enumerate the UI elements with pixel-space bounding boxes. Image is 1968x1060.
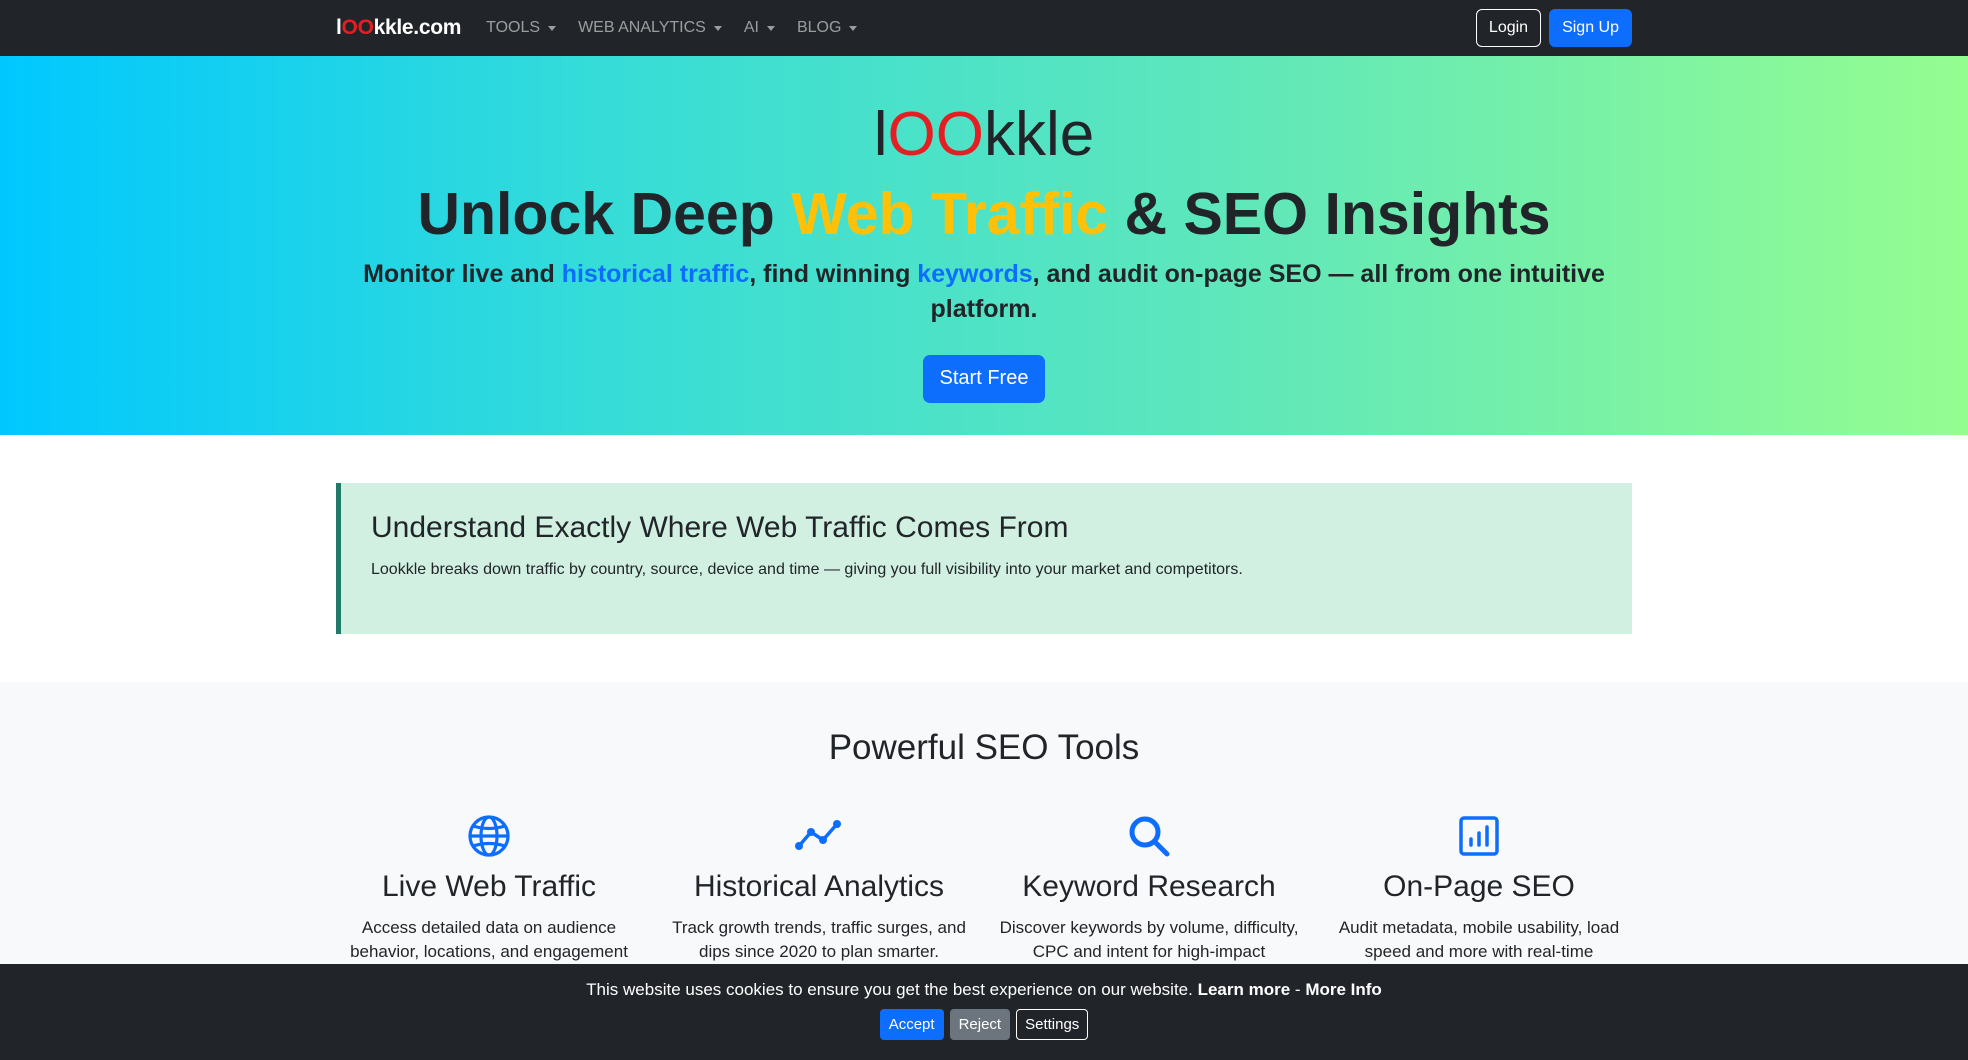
hero-section: lOOkkle Unlock Deep Web Traffic & SEO In… — [0, 56, 1968, 435]
tool-desc: Audit metadata, mobile usability, load s… — [1338, 918, 1620, 961]
tool-card-historical-analytics: Historical Analytics Track growth trends… — [654, 814, 984, 964]
start-free-button[interactable]: Start Free — [922, 354, 1046, 403]
nav-ai-label: AI — [743, 19, 759, 36]
hero-subtitle: Monitor live and historical traffic, fin… — [336, 257, 1632, 328]
hero-title-highlight: Web Traffic — [791, 181, 1109, 247]
chevron-down-icon — [713, 25, 722, 31]
search-icon — [996, 814, 1302, 858]
nav-tools-label: TOOLS — [486, 19, 541, 36]
cookie-banner: This website uses cookies to ensure you … — [0, 964, 1968, 1060]
nav-blog-label: BLOG — [796, 19, 842, 36]
cookie-settings-button[interactable]: Settings — [1016, 1009, 1089, 1040]
cookie-more-info-link[interactable]: More Info — [1305, 980, 1382, 999]
hero-title-part2: & SEO Insights — [1108, 181, 1551, 247]
hero-logo-part1: l — [873, 100, 888, 169]
hero-subtitle-part2: , find winning — [749, 259, 918, 288]
tools-row: Live Web Traffic Access detailed data on… — [324, 814, 1644, 964]
nav-ai[interactable]: AI — [744, 19, 775, 37]
reject-cookies-button[interactable]: Reject — [949, 1009, 1011, 1040]
nav-blog[interactable]: BLOG — [796, 19, 858, 37]
navbar-left: lOOkkle.com TOOLS WEB ANALYTICS AI BLOG — [336, 16, 879, 40]
login-button[interactable]: Login — [1475, 9, 1542, 47]
signup-button[interactable]: Sign Up — [1549, 9, 1632, 47]
hero-title: Unlock Deep Web Traffic & SEO Insights — [0, 182, 1968, 247]
tool-desc: Track growth trends, traffic surges, and… — [672, 918, 966, 961]
tool-card-keyword-research: Keyword Research Discover keywords by vo… — [984, 814, 1314, 964]
navbar: lOOkkle.com TOOLS WEB ANALYTICS AI BLOG … — [0, 0, 1968, 56]
historical-traffic-link[interactable]: historical traffic — [562, 260, 750, 288]
brand-part2: OO — [341, 16, 374, 39]
cookie-message: This website uses cookies to ensure you … — [586, 980, 1193, 999]
chevron-down-icon — [849, 25, 858, 31]
tool-title: Historical Analytics — [693, 870, 945, 903]
brand-logo[interactable]: lOOkkle.com — [336, 16, 461, 40]
callout-section: Understand Exactly Where Web Traffic Com… — [0, 435, 1968, 682]
navbar-container: lOOkkle.com TOOLS WEB ANALYTICS AI BLOG … — [336, 9, 1632, 47]
callout-title: Understand Exactly Where Web Traffic Com… — [371, 511, 1069, 544]
tool-title: On-Page SEO — [1383, 870, 1575, 903]
callout-text: Lookkle breaks down traffic by country, … — [371, 561, 1243, 578]
bar-chart-icon — [1326, 814, 1632, 858]
cookie-separator: - — [1294, 980, 1301, 999]
tool-desc: Access detailed data on audience behavio… — [350, 918, 628, 961]
graph-up-icon — [666, 814, 972, 858]
chevron-down-icon — [548, 25, 557, 31]
hero-subtitle-part3: , and audit on-page SEO — all from one i… — [930, 259, 1605, 324]
hero-title-part1: Unlock Deep — [417, 181, 792, 247]
hero-logo-part2: OO — [887, 100, 984, 169]
cookie-buttons: Accept Reject Settings — [0, 1009, 1968, 1040]
tool-card-live-web-traffic: Live Web Traffic Access detailed data on… — [324, 814, 654, 964]
brand-part3: kkle.com — [373, 16, 462, 39]
nav-tools[interactable]: TOOLS — [486, 19, 557, 37]
nav-web-analytics-label: WEB ANALYTICS — [578, 19, 706, 36]
cookie-learn-more-link[interactable]: Learn more — [1198, 980, 1291, 999]
navbar-right: Login Sign Up — [1475, 9, 1632, 47]
tools-title: Powerful SEO Tools — [828, 728, 1140, 767]
cookie-text: This website uses cookies to ensure you … — [0, 980, 1968, 1000]
globe-icon — [336, 814, 642, 858]
keywords-link[interactable]: keywords — [917, 260, 1032, 288]
tool-title: Live Web Traffic — [382, 870, 596, 903]
accept-cookies-button[interactable]: Accept — [879, 1009, 944, 1040]
chevron-down-icon — [766, 25, 775, 31]
hero-logo: lOOkkle — [0, 104, 1968, 166]
tool-card-on-page-seo: On-Page SEO Audit metadata, mobile usabi… — [1314, 814, 1644, 964]
tool-desc: Discover keywords by volume, difficulty,… — [999, 918, 1299, 961]
hero-subtitle-part1: Monitor live and — [363, 259, 562, 288]
tool-title: Keyword Research — [1022, 870, 1276, 903]
nav-web-analytics[interactable]: WEB ANALYTICS — [578, 19, 722, 37]
hero-logo-part3: kkle — [983, 100, 1095, 169]
callout-box: Understand Exactly Where Web Traffic Com… — [336, 483, 1632, 634]
